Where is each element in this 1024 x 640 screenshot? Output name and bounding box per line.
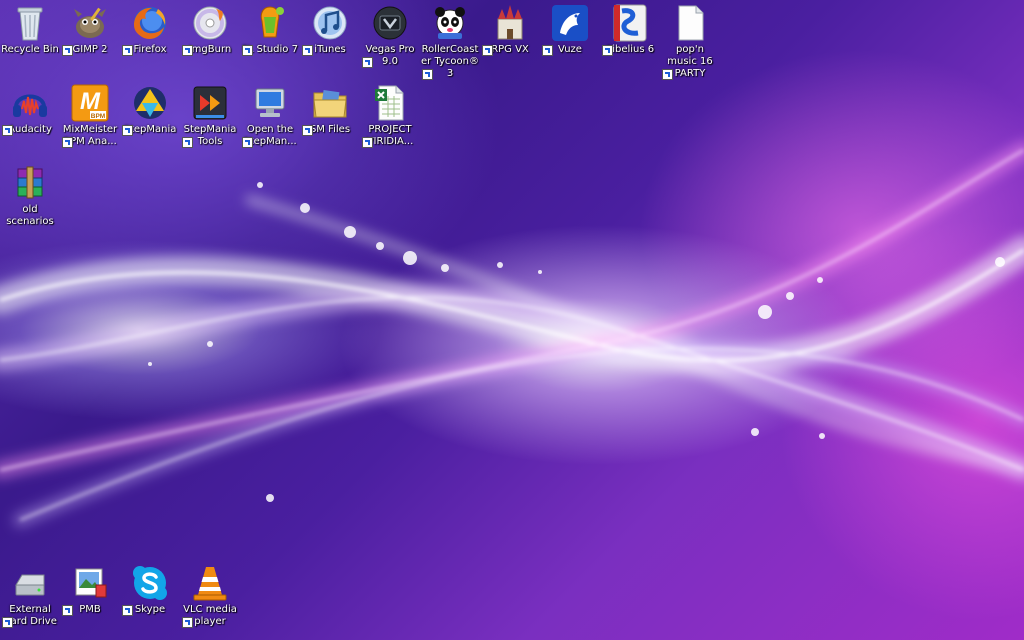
desktop-icon-open-stepmania[interactable]: Open the StepMan...: [240, 83, 300, 148]
gimp-icon: [74, 7, 106, 38]
shortcut-arrow-icon: [62, 137, 73, 148]
desktop-icon-mixmeister[interactable]: M BPM MixMeister BPM Ana...: [60, 83, 120, 148]
stepmania-icon: [134, 87, 166, 119]
shortcut-arrow-icon: [542, 45, 553, 56]
desktop-icon-old-scenarios[interactable]: old scenarios: [0, 163, 60, 228]
stepmania-tools-icon: [193, 86, 227, 120]
computer-monitor-icon: [255, 88, 285, 117]
desktop-icon-audacity[interactable]: Audacity: [0, 83, 60, 136]
desktop-icon-skype[interactable]: Skype: [120, 563, 180, 616]
desktop-icon-fl-studio[interactable]: FL Studio 7: [240, 3, 300, 56]
folder-icon: [313, 89, 347, 118]
firefox-icon: [134, 7, 166, 39]
desktop-icon-itunes[interactable]: iTunes: [300, 3, 360, 56]
shortcut-arrow-icon: [62, 45, 73, 56]
shortcut-arrow-icon: [362, 137, 373, 148]
disc-burn-icon: [193, 6, 227, 40]
desktop-icon-recycle-bin[interactable]: Recycle Bin: [0, 3, 60, 56]
desktop-icon-sm-files[interactable]: SM Files: [300, 83, 360, 136]
desktop-icon-external-hard-drive[interactable]: External Hard Drive: [0, 563, 60, 628]
desktop-icon-gimp[interactable]: GIMP 2: [60, 3, 120, 56]
shortcut-arrow-icon: [182, 617, 193, 628]
desktop-icon-vegas-pro[interactable]: Vegas Pro 9.0: [360, 3, 420, 68]
desktop-icon-rollercoaster-tycoon[interactable]: RollerCoaster Tycoon® 3: [420, 3, 480, 80]
icon-label: Recycle Bin: [1, 44, 59, 55]
shortcut-arrow-icon: [182, 45, 193, 56]
shortcut-arrow-icon: [362, 57, 373, 68]
vuze-frog-icon: [552, 5, 588, 41]
shortcut-arrow-icon: [662, 69, 673, 80]
photo-album-icon: [75, 568, 107, 598]
desktop-icon-stepmania-tools[interactable]: StepMania Tools: [180, 83, 240, 148]
desktop-icon-pmb[interactable]: PMB: [60, 563, 120, 616]
shortcut-arrow-icon: [242, 45, 253, 56]
desktop-icon-popn-music[interactable]: pop'n music 16 PARTY: [660, 3, 720, 80]
desktop-icon-vlc[interactable]: VLC media player: [180, 563, 240, 628]
mixmeister-bpm-icon: M BPM: [71, 84, 109, 122]
hard-drive-icon: [15, 574, 45, 596]
vlc-cone-icon: [193, 567, 227, 601]
desktop-icon-project-viridia[interactable]: PROJECT VIRIDIA...: [360, 83, 420, 148]
desktop-icon-imgburn[interactable]: ImgBurn: [180, 3, 240, 56]
shortcut-arrow-icon: [2, 125, 13, 136]
shortcut-arrow-icon: [182, 137, 193, 148]
desktop-icon-firefox[interactable]: Firefox: [120, 3, 180, 56]
desktop-icon-stepmania[interactable]: StepMania: [120, 83, 180, 136]
shortcut-arrow-icon: [422, 69, 433, 80]
desktop-wallpaper[interactable]: Recycle Bin GIMP 2 Firefox ImgBurn FL St…: [0, 0, 1024, 640]
desktop-icon-rpg-vx[interactable]: RPG VX: [480, 3, 540, 56]
shortcut-arrow-icon: [242, 137, 253, 148]
desktop-icon-vuze[interactable]: Vuze: [540, 3, 600, 56]
shortcut-arrow-icon: [2, 617, 13, 628]
shortcut-arrow-icon: [602, 45, 613, 56]
panda-mascot-icon: [435, 7, 465, 39]
fl-studio-icon: [260, 6, 284, 38]
shortcut-arrow-icon: [482, 45, 493, 56]
mixmeister-letter: M: [80, 88, 101, 115]
itunes-icon: [313, 6, 347, 40]
shortcut-arrow-icon: [62, 605, 73, 616]
shortcut-arrow-icon: [122, 45, 133, 56]
blank-file-icon: [678, 5, 704, 41]
sibelius-icon: [613, 4, 647, 42]
recycle-bin-icon: [17, 7, 43, 41]
skype-icon: [133, 566, 167, 600]
desktop-icon-sibelius[interactable]: Sibelius 6: [600, 3, 660, 56]
vegas-pro-icon: [373, 6, 407, 40]
audacity-headphones-icon: [13, 94, 47, 117]
castle-icon: [497, 5, 523, 40]
shortcut-arrow-icon: [122, 125, 133, 136]
shortcut-arrow-icon: [302, 125, 313, 136]
icon-label: old scenarios: [6, 204, 54, 227]
winrar-archive-icon: [17, 166, 43, 199]
spreadsheet-file-icon: [375, 85, 404, 121]
shortcut-arrow-icon: [122, 605, 133, 616]
mixmeister-badge: BPM: [91, 113, 105, 120]
shortcut-arrow-icon: [302, 45, 313, 56]
